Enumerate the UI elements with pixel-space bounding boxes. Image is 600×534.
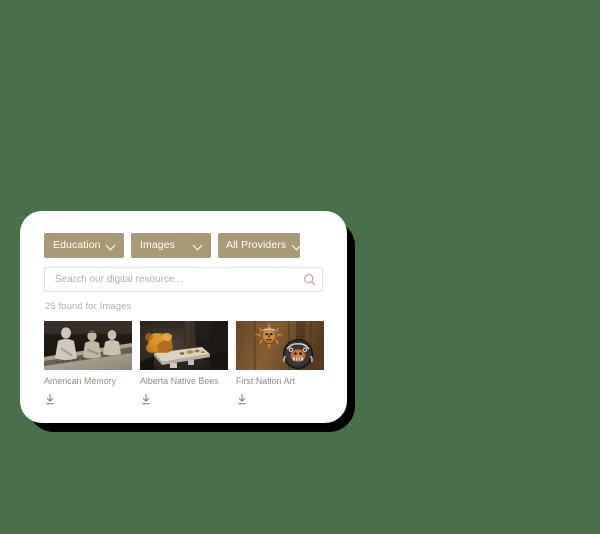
chevron-down-icon (107, 241, 116, 250)
filter-dropdown-type-label: Images (140, 239, 176, 252)
filter-dropdown-provider[interactable]: All Providers (218, 233, 300, 258)
filter-bar: Education Images All Providers (44, 233, 323, 258)
filter-dropdown-type[interactable]: Images (131, 233, 211, 258)
filter-dropdown-category[interactable]: Education (44, 233, 124, 258)
search-input[interactable] (45, 268, 296, 291)
result-thumbnail-alberta-native-bees[interactable] (140, 321, 228, 370)
results-grid: American Memory Alberta Native Bees Firs… (44, 321, 324, 405)
chevron-down-icon (292, 241, 301, 250)
result-title: First Nation Art (236, 376, 295, 386)
search-bar[interactable] (44, 267, 323, 292)
download-button[interactable] (140, 393, 152, 405)
digital-resource-search-widget: Education Images All Providers 25 found … (20, 211, 347, 423)
download-icon (46, 393, 54, 404)
download-icon (238, 393, 246, 404)
filter-dropdown-provider-label: All Providers (226, 239, 287, 252)
download-button[interactable] (44, 393, 56, 405)
result-card: American Memory (44, 321, 132, 405)
result-title: Alberta Native Bees (140, 376, 219, 386)
search-icon (303, 273, 315, 286)
result-thumbnail-american-memory[interactable] (44, 321, 132, 370)
download-icon (142, 393, 150, 404)
result-title: American Memory (44, 376, 117, 386)
result-card: First Nation Art (236, 321, 324, 405)
search-button[interactable] (296, 268, 322, 291)
chevron-down-icon (193, 241, 202, 250)
filter-dropdown-category-label: Education (53, 239, 101, 252)
result-thumbnail-first-nation-art[interactable] (236, 321, 324, 370)
results-count-label: 25 found for Images (45, 301, 132, 312)
result-card: Alberta Native Bees (140, 321, 228, 405)
download-button[interactable] (236, 393, 248, 405)
